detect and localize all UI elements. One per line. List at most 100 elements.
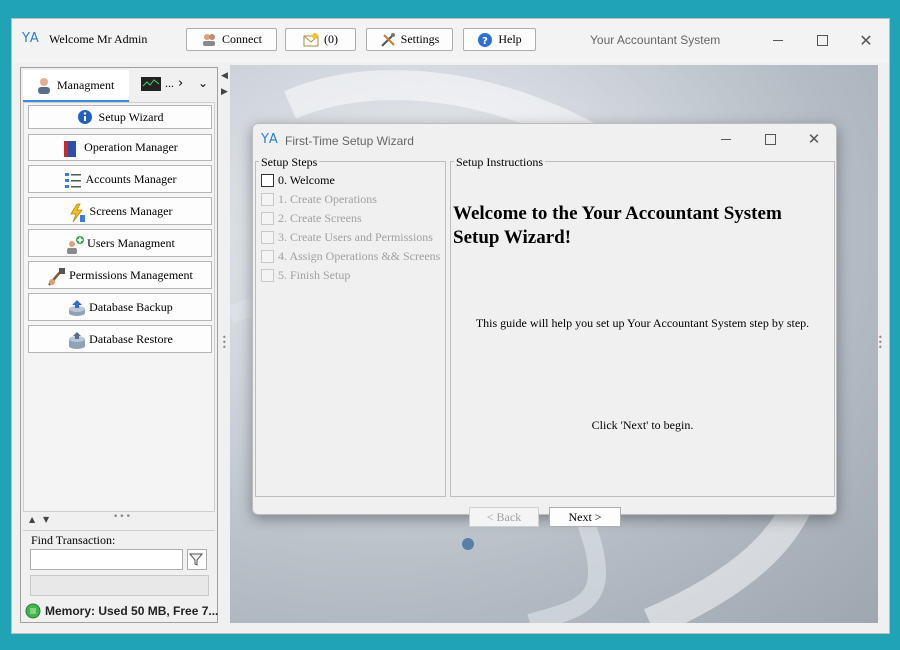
users-add-icon [65, 235, 85, 254]
step-item: 4. Assign Operations && Screens [261, 247, 445, 266]
step-item: 2. Create Screens [261, 209, 445, 228]
database-restore-button[interactable]: Database Restore [28, 325, 212, 353]
tab-scroll-right-icon[interactable]: › [178, 76, 183, 91]
guide-text: This guide will help you set up Your Acc… [475, 316, 810, 330]
permissions-management-button[interactable]: Permissions Management [28, 261, 212, 289]
next-hint-text: Click 'Next' to begin. [591, 418, 694, 432]
connect-label: Connect [222, 32, 262, 46]
memory-status: Memory: Used 50 MB, Free 7... [23, 600, 219, 622]
welcome-label: Welcome Mr Admin [49, 32, 148, 46]
step-label: 4. Assign Operations && Screens [278, 249, 441, 263]
setup-instructions-group: Setup Instructions Welcome to the Your A… [450, 155, 835, 497]
permissions-icon [47, 267, 66, 286]
step-checkbox [261, 269, 274, 282]
splitter-down-icon[interactable]: ▼ [43, 515, 49, 524]
step-item: 5. Finish Setup [261, 266, 445, 285]
database-restore-icon [67, 331, 86, 349]
next-button[interactable]: Next > [549, 507, 621, 527]
users-managment-button[interactable]: Users Managment [28, 229, 212, 257]
filter-button[interactable] [187, 549, 207, 570]
step-checkbox [261, 231, 274, 244]
help-button[interactable]: ? Help [463, 28, 536, 51]
book-icon [62, 140, 78, 157]
wizard-minimize-button[interactable] [711, 128, 741, 150]
back-button: < Back [469, 507, 539, 527]
operation-manager-button[interactable]: Operation Manager [28, 134, 212, 161]
app-logo: YA [22, 31, 40, 46]
tools-icon [380, 32, 396, 48]
database-restore-label: Database Restore [89, 331, 173, 346]
screens-manager-button[interactable]: Screens Manager [28, 197, 212, 225]
tab-monitor[interactable]: ... [141, 76, 174, 91]
right-splitter-grip-icon[interactable]: • • • [878, 334, 883, 352]
tab-strip: Managment ... › ⌄ [21, 68, 217, 102]
panel-expand-right-icon[interactable]: ▶ [221, 87, 228, 97]
step-checkbox[interactable] [261, 174, 274, 187]
panel-splitter-grip-icon[interactable]: • • • [222, 334, 227, 352]
database-backup-button[interactable]: Database Backup [28, 293, 212, 321]
find-transaction-label: Find Transaction: [31, 533, 116, 547]
welcome-heading: Welcome to the Your Accountant System Se… [453, 202, 833, 250]
step-label: 2. Create Screens [278, 211, 362, 225]
setup-wizard-label: Setup Wizard [98, 109, 164, 124]
messages-count: (0) [324, 32, 338, 46]
admin-user-icon [35, 77, 51, 94]
envelope-icon [303, 32, 319, 48]
wizard-logo: YA [261, 132, 279, 147]
step-label: 3. Create Users and Permissions [278, 230, 433, 244]
maximize-icon [816, 34, 828, 46]
connect-button[interactable]: Connect [186, 28, 277, 51]
tab-management[interactable]: Managment [23, 70, 129, 102]
list-icon [64, 171, 81, 188]
screens-manager-label: Screens Manager [89, 203, 173, 218]
filter-icon [188, 552, 205, 568]
users-managment-label: Users Managment [87, 235, 175, 250]
back-button-label: < Back [486, 509, 522, 524]
step-item: 3. Create Users and Permissions [261, 228, 445, 247]
steps-list: 0. Welcome 1. Create Operations 2. Creat… [261, 171, 445, 285]
step-checkbox [261, 193, 274, 206]
splitter-grip-icon[interactable]: ••• [113, 512, 132, 522]
help-label: Help [498, 32, 522, 46]
close-icon: ✕ [859, 30, 873, 50]
lightning-icon [68, 203, 85, 223]
setup-steps-group: Setup Steps 0. Welcome 1. Create Operati… [255, 155, 446, 497]
welcome-heading-line2: Setup Wizard! [453, 227, 572, 248]
database-backup-label: Database Backup [89, 299, 173, 314]
window-title: Your Accountant System [590, 33, 721, 47]
setup-instructions-label: Setup Instructions [454, 155, 545, 170]
minimize-button[interactable] [763, 29, 793, 51]
database-backup-icon [67, 299, 86, 316]
permissions-management-label: Permissions Management [69, 267, 193, 282]
step-label: 1. Create Operations [278, 192, 377, 206]
panel-collapse-left-icon[interactable]: ◀ [221, 71, 228, 81]
settings-button[interactable]: Settings [366, 28, 453, 51]
step-checkbox [261, 250, 274, 263]
wizard-maximize-icon [764, 133, 776, 145]
users-icon [201, 32, 217, 48]
wizard-close-button[interactable]: ✕ [799, 128, 829, 150]
accounts-manager-button[interactable]: Accounts Manager [28, 165, 212, 193]
monitor-icon [141, 76, 161, 91]
tab-management-label: Managment [57, 77, 115, 92]
step-item[interactable]: 0. Welcome [261, 171, 445, 190]
tab-dropdown-icon[interactable]: ⌄ [198, 76, 208, 90]
setup-wizard-dialog: YA First-Time Setup Wizard ✕ Setup Steps… [252, 123, 837, 527]
tab-more-label: ... [165, 76, 174, 90]
setup-steps-label: Setup Steps [259, 155, 320, 170]
wizard-maximize-button[interactable] [755, 128, 785, 150]
svg-text:?: ? [482, 36, 488, 47]
step-checkbox [261, 212, 274, 225]
wizard-minimize-icon [721, 138, 731, 140]
step-label: 5. Finish Setup [278, 268, 351, 282]
messages-button[interactable]: (0) [285, 28, 356, 51]
close-button[interactable]: ✕ [851, 29, 881, 51]
step-label: 0. Welcome [278, 173, 335, 187]
maximize-button[interactable] [807, 29, 837, 51]
operation-manager-label: Operation Manager [84, 140, 178, 154]
splitter-up-icon[interactable]: ▲ [29, 515, 35, 524]
wizard-close-icon: ✕ [807, 130, 821, 148]
memory-text: Memory: Used 50 MB, Free 7... [45, 604, 219, 618]
find-transaction-input[interactable] [30, 549, 183, 570]
setup-wizard-button[interactable]: Setup Wizard [28, 105, 212, 129]
